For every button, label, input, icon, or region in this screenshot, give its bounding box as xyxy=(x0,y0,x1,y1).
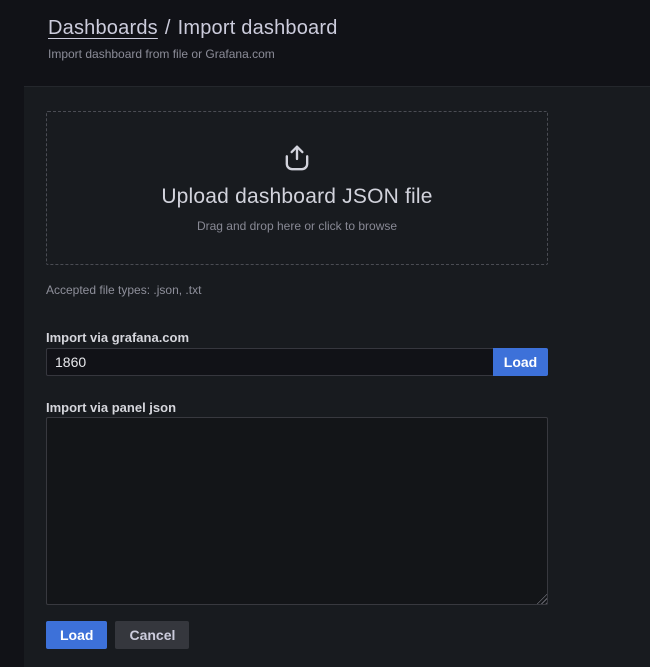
panel-json-wrap xyxy=(46,417,548,605)
panel-json-field-label: Import via panel json xyxy=(46,400,548,415)
cancel-button[interactable]: Cancel xyxy=(115,621,189,649)
import-content-panel: Upload dashboard JSON file Drag and drop… xyxy=(24,86,650,667)
import-form: Upload dashboard JSON file Drag and drop… xyxy=(46,111,548,649)
page-subtitle: Import dashboard from file or Grafana.co… xyxy=(48,47,650,61)
upload-icon xyxy=(283,144,311,179)
gcom-input-row: Load xyxy=(46,348,548,376)
upload-hint: Drag and drop here or click to browse xyxy=(197,219,397,233)
gcom-field-label: Import via grafana.com xyxy=(46,330,548,345)
load-button[interactable]: Load xyxy=(46,621,107,649)
page-header: Dashboards / Import dashboard Import das… xyxy=(0,0,650,61)
gcom-load-button[interactable]: Load xyxy=(493,348,548,376)
page-title: Import dashboard xyxy=(178,17,338,40)
accepted-file-types-text: Accepted file types: .json, .txt xyxy=(46,283,548,297)
breadcrumb-link-dashboards[interactable]: Dashboards xyxy=(48,17,158,40)
panel-json-textarea[interactable] xyxy=(46,417,548,605)
breadcrumb: Dashboards / Import dashboard xyxy=(48,17,650,40)
form-actions: Load Cancel xyxy=(46,621,548,649)
breadcrumb-separator: / xyxy=(165,17,171,40)
gcom-id-input[interactable] xyxy=(46,348,493,376)
upload-dropzone[interactable]: Upload dashboard JSON file Drag and drop… xyxy=(46,111,548,265)
upload-title: Upload dashboard JSON file xyxy=(161,185,432,209)
